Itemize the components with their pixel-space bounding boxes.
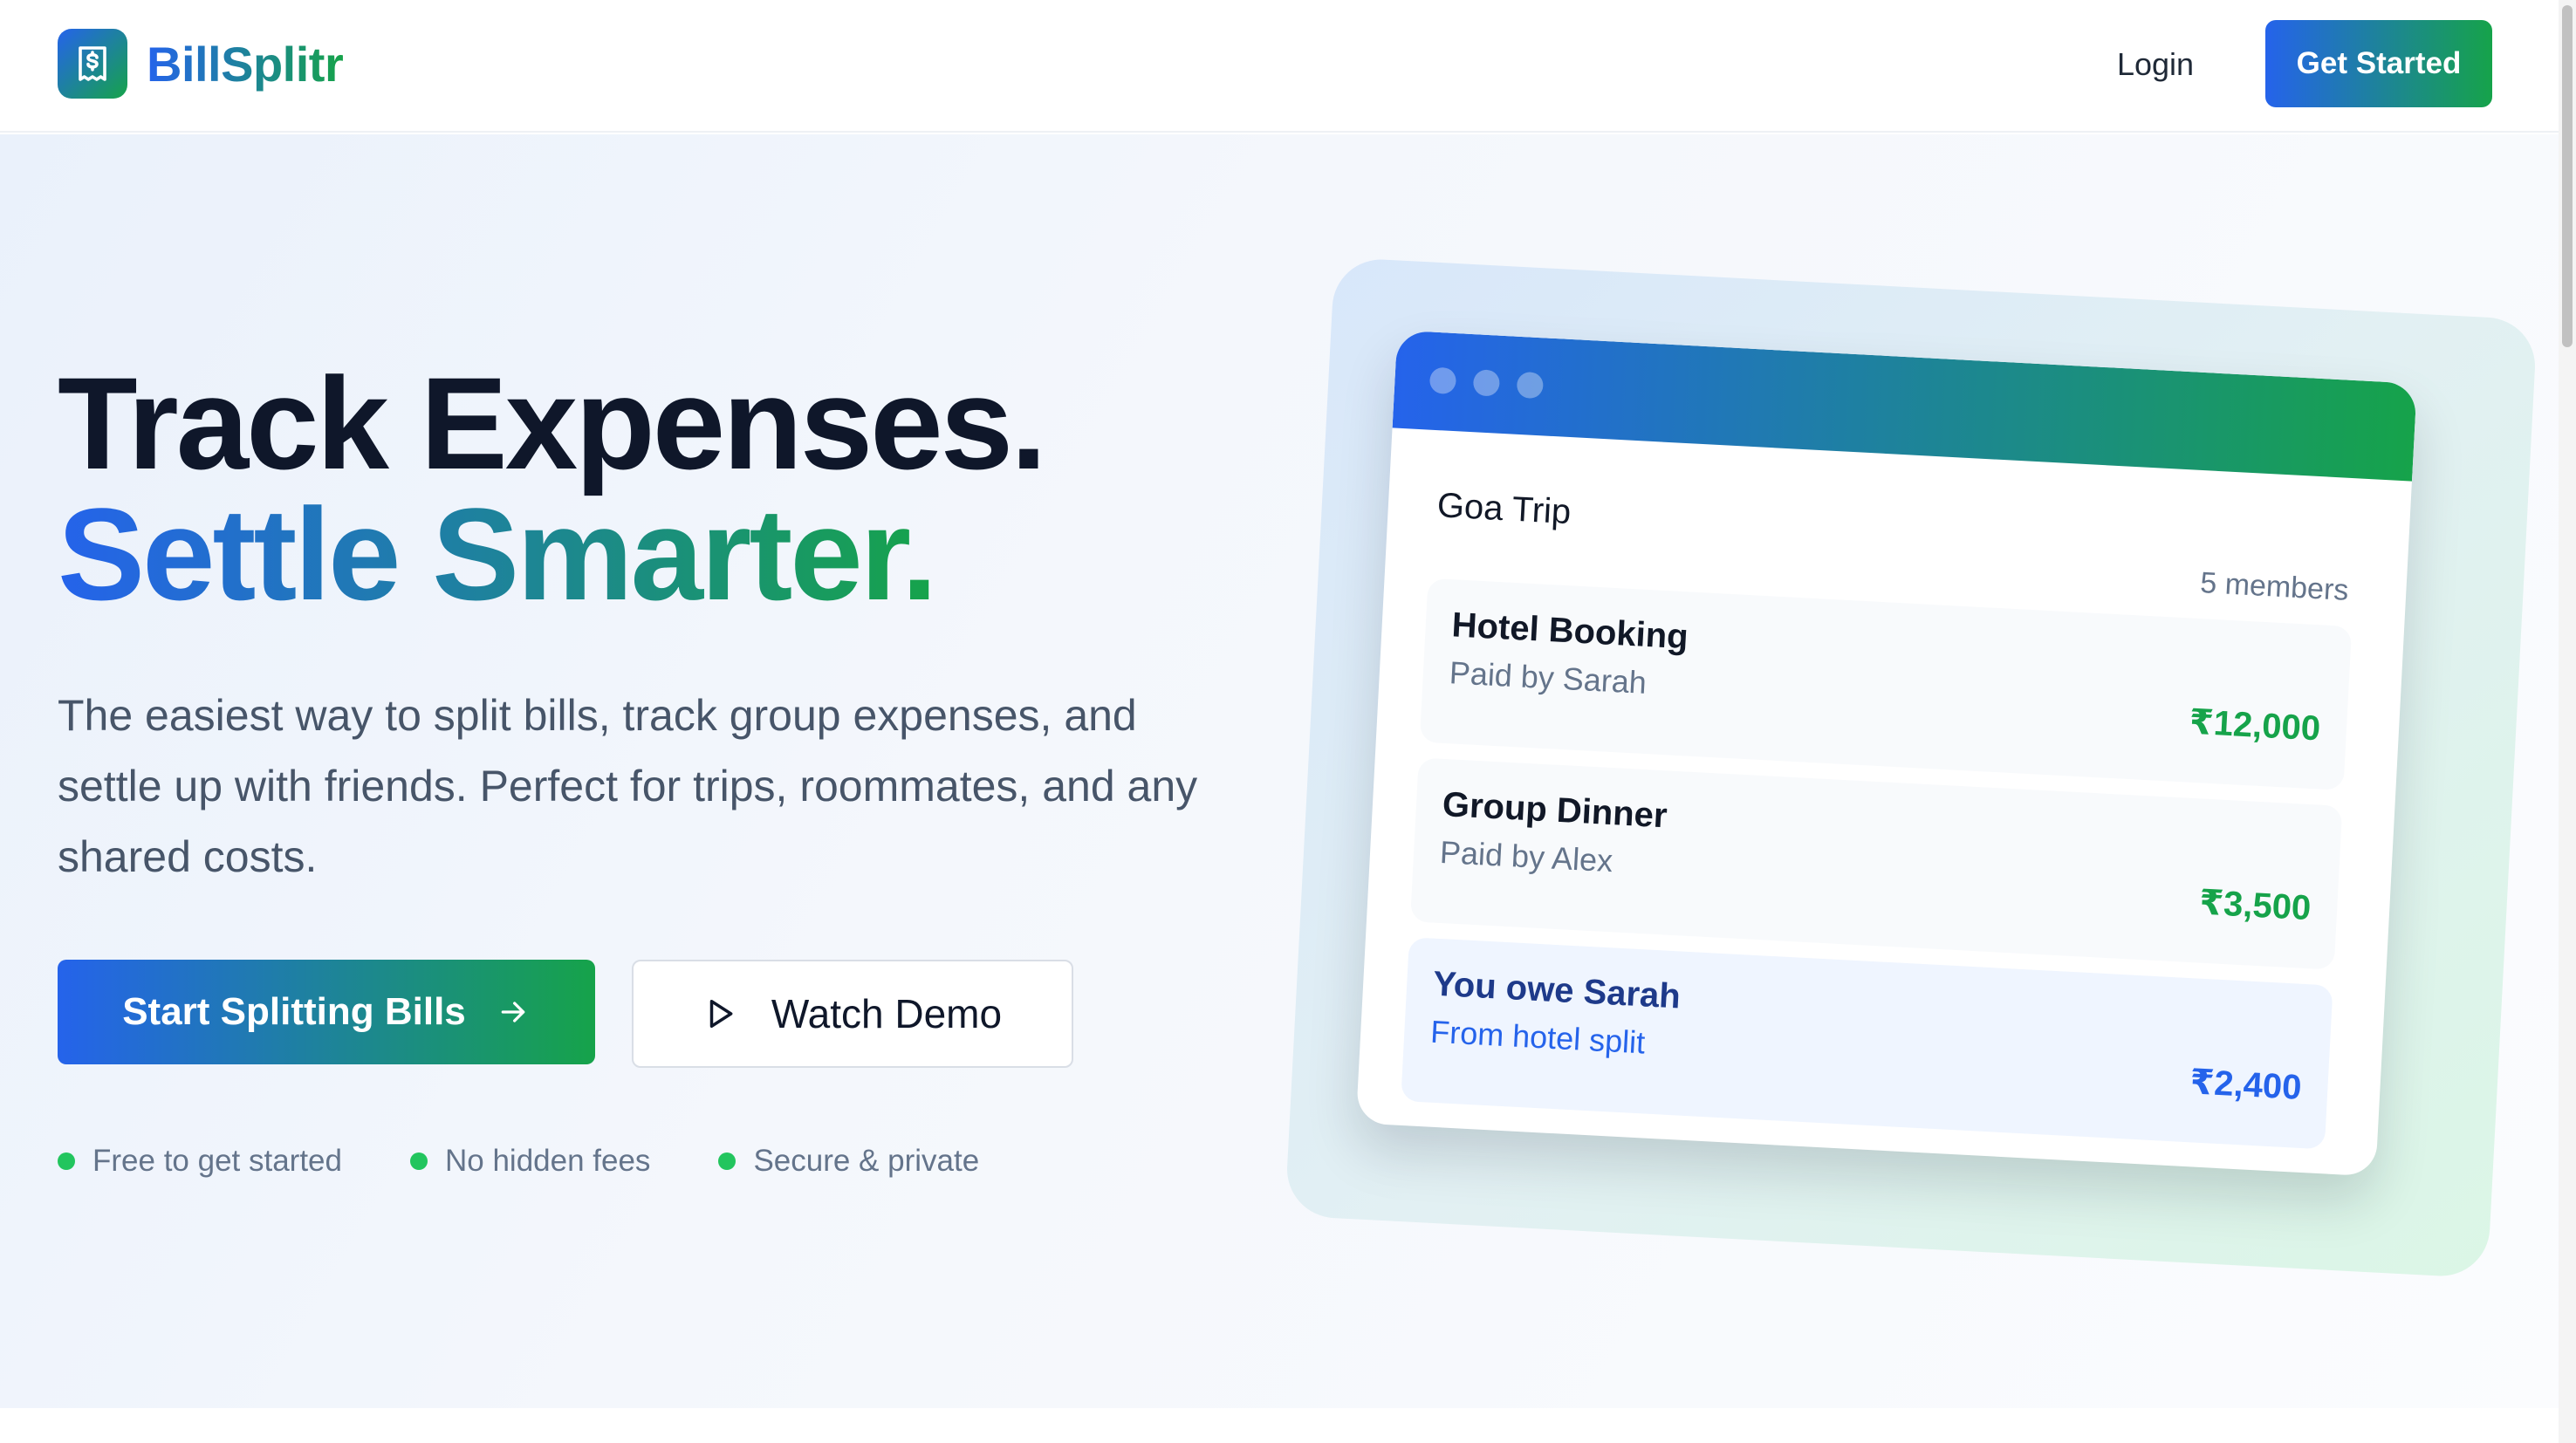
play-icon	[709, 1000, 733, 1028]
hero-description: The easiest way to split bills, track gr…	[58, 691, 1198, 881]
check-dot-icon	[718, 1152, 736, 1170]
expense-title: Group Dinner	[1441, 784, 1668, 836]
balance-source: From hotel split	[1429, 1013, 1647, 1061]
expense-amount: ₹12,000	[2188, 702, 2322, 749]
expense-payer: Paid by Sarah	[1448, 654, 1648, 701]
brand-logo[interactable]: BillSplitr	[58, 28, 344, 99]
landing-page: BillSplitr Login Get Started Track Expen…	[0, 0, 2576, 1443]
balance-title: You owe Sarah	[1432, 964, 1682, 1016]
watch-demo-button[interactable]: Watch Demo	[632, 960, 1073, 1068]
login-link[interactable]: Login	[2094, 38, 2216, 91]
receipt-dollar-icon	[58, 29, 127, 99]
expense-title: Hotel Booking	[1450, 605, 1689, 657]
brand-name: BillSplitr	[147, 36, 344, 92]
balance-amount: ₹2,400	[2189, 1063, 2303, 1107]
feature-label: No hidden fees	[444, 1144, 651, 1178]
check-dot-icon	[58, 1152, 75, 1170]
preview-card: Goa Trip 5 members Hotel Booking Paid by…	[1355, 330, 2417, 1177]
feature-list: Free to get started No hidden fees Secur…	[58, 1139, 1047, 1183]
top-nav: BillSplitr Login Get Started	[0, 0, 2576, 133]
start-splitting-button[interactable]: Start Splitting Bills	[58, 960, 595, 1064]
expense-amount: ₹3,500	[2198, 883, 2312, 928]
feature-label: Free to get started	[92, 1144, 342, 1178]
section-divider	[0, 1408, 2559, 1443]
hero-headline-line2: Settle Smarter.	[58, 481, 938, 627]
get-started-button[interactable]: Get Started	[2265, 20, 2492, 107]
member-count: 5 members	[2199, 566, 2350, 607]
hero-headline-line1: Track Expenses.	[58, 350, 1047, 496]
window-dot-icon	[1428, 366, 1457, 395]
expense-row: Group Dinner Paid by Alex ₹3,500	[1409, 757, 2343, 970]
feature-label: Secure & private	[753, 1144, 980, 1178]
window-dot-icon	[1472, 369, 1501, 397]
balance-row: You owe Sarah From hotel split ₹2,400	[1401, 937, 2333, 1150]
feature-item: Secure & private	[718, 1144, 979, 1179]
scrollbar-thumb[interactable]	[2562, 5, 2573, 347]
feature-item: No hidden fees	[409, 1144, 651, 1179]
expense-row: Hotel Booking Paid by Sarah ₹12,000	[1419, 578, 2353, 790]
page-scrollbar[interactable]	[2559, 0, 2576, 1443]
group-name: Goa Trip	[1435, 486, 1572, 532]
start-splitting-label: Start Splitting Bills	[122, 990, 466, 1033]
watch-demo-label: Watch Demo	[771, 991, 1003, 1036]
window-dot-icon	[1516, 371, 1545, 400]
arrow-right-icon	[501, 1002, 525, 1022]
feature-item: Free to get started	[58, 1144, 342, 1179]
check-dot-icon	[409, 1152, 428, 1170]
expense-payer: Paid by Alex	[1439, 833, 1614, 879]
app-preview-illustration: Goa Trip 5 members Hotel Booking Paid by…	[1285, 256, 2538, 1279]
